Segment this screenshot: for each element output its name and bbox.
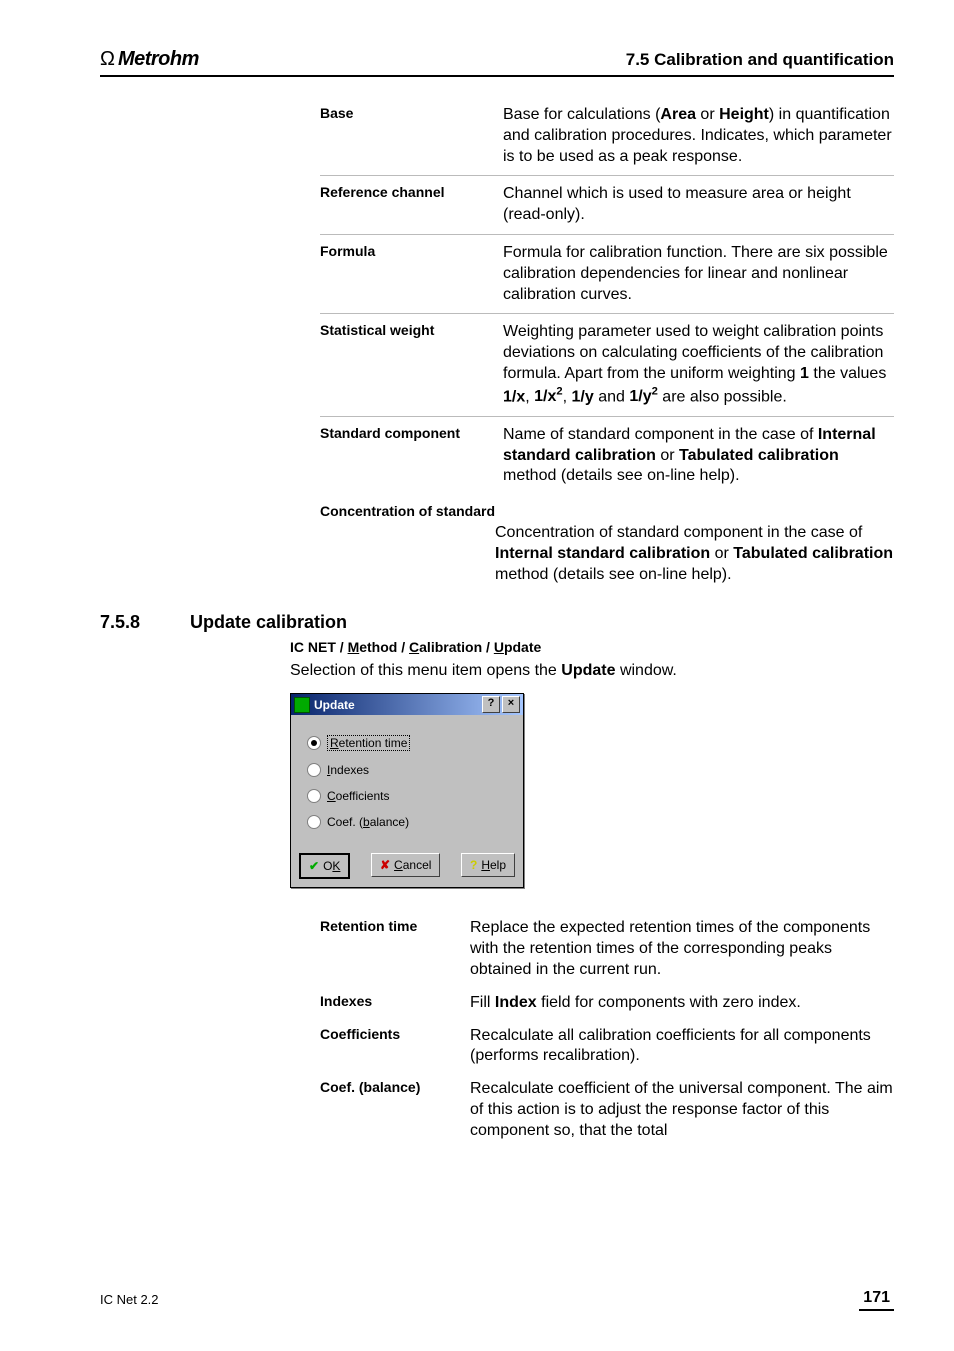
- definition-row: CoefficientsRecalculate all calibration …: [320, 1020, 894, 1074]
- definition-desc: Fill Index field for components with zer…: [470, 993, 894, 1014]
- page-footer: IC Net 2.2 171: [100, 1287, 894, 1311]
- definition-row: Reference channelChannel which is used t…: [320, 176, 894, 235]
- definition-list-1: BaseBase for calculations (Area or Heigh…: [320, 97, 894, 594]
- radio-label: Coef. (balance): [327, 815, 409, 829]
- brand-text: Metrohm: [118, 48, 199, 71]
- radio-indicator: [307, 736, 321, 750]
- menu-path: IC NET / Method / Calibration / Update: [290, 639, 894, 655]
- section-title: Update calibration: [190, 612, 347, 633]
- close-sys-button[interactable]: ×: [502, 696, 520, 713]
- dialog-titlebar: Update ? ×: [291, 694, 523, 715]
- radio-option[interactable]: Coefficients: [307, 783, 511, 809]
- definition-term: Retention time: [320, 918, 470, 980]
- radio-indicator: [307, 815, 321, 829]
- check-icon: ✔: [309, 859, 319, 873]
- ok-button[interactable]: ✔ OK: [299, 853, 350, 879]
- radio-indicator: [307, 763, 321, 777]
- cancel-icon: ✘: [380, 858, 390, 872]
- definition-desc: Name of standard component in the case o…: [503, 425, 894, 487]
- page-header: Ω Metrohm 7.5 Calibration and quantifica…: [100, 48, 894, 77]
- dialog-icon: [294, 697, 310, 713]
- definition-term: Formula: [320, 243, 503, 305]
- definition-desc: Formula for calibration function. There …: [503, 243, 894, 305]
- definition-term: Reference channel: [320, 184, 503, 226]
- definition-term: Standard component: [320, 425, 503, 487]
- dialog-body: Retention time Indexes Coefficients Coef. (…: [291, 715, 523, 843]
- definition-row: FormulaFormula for calibration function.…: [320, 235, 894, 314]
- radio-label: Retention time: [327, 735, 410, 751]
- definition-row: Standard componentName of standard compo…: [320, 417, 894, 495]
- cancel-button[interactable]: ✘ Cancel: [371, 853, 440, 877]
- definition-list-2: Retention timeReplace the expected reten…: [320, 912, 894, 1147]
- help-icon: ?: [470, 858, 477, 872]
- definition-row: IndexesFill Index field for components w…: [320, 987, 894, 1020]
- definition-term: Indexes: [320, 993, 470, 1014]
- definition-desc: Weighting parameter used to weight calib…: [503, 322, 894, 408]
- definition-desc: Recalculate coefficient of the universal…: [470, 1079, 894, 1141]
- section-intro: Selection of this menu item opens the Up…: [290, 661, 894, 682]
- definition-row: Retention timeReplace the expected reten…: [320, 912, 894, 986]
- help-button[interactable]: ? Help: [461, 853, 515, 877]
- page-number: 171: [859, 1287, 894, 1311]
- radio-label: Coefficients: [327, 789, 389, 803]
- definition-row: Statistical weightWeighting parameter us…: [320, 314, 894, 417]
- help-sys-button[interactable]: ?: [482, 696, 500, 713]
- brand: Ω Metrohm: [100, 48, 199, 71]
- definition-row: Coef. (balance)Recalculate coefficient o…: [320, 1073, 894, 1147]
- dialog-title: Update: [314, 698, 355, 712]
- definition-term: Statistical weight: [320, 322, 503, 408]
- footer-left: IC Net 2.2: [100, 1292, 159, 1307]
- definition-desc: Channel which is used to measure area or…: [503, 184, 894, 226]
- definition-term: Coefficients: [320, 1026, 470, 1068]
- radio-option[interactable]: Coef. (balance): [307, 809, 511, 835]
- definition-desc: Recalculate all calibration coefficients…: [470, 1026, 894, 1068]
- radio-label: Indexes: [327, 763, 369, 777]
- radio-indicator: [307, 789, 321, 803]
- dialog-footer: ✔ OK ✘ Cancel ? Help: [291, 843, 523, 887]
- definition-desc: Concentration of standard component in t…: [320, 523, 894, 585]
- definition-term: Coef. (balance): [320, 1079, 470, 1141]
- section-heading: 7.5.8 Update calibration: [100, 612, 894, 633]
- omega-icon: Ω: [100, 48, 115, 71]
- update-dialog: Update ? × Retention time Indexes Coeffici…: [290, 693, 524, 888]
- definition-desc: Base for calculations (Area or Height) i…: [503, 105, 894, 167]
- definition-row: Concentration of standardConcentration o…: [320, 495, 894, 593]
- definition-row: BaseBase for calculations (Area or Heigh…: [320, 97, 894, 176]
- definition-desc: Replace the expected retention times of …: [470, 918, 894, 980]
- section-number: 7.5.8: [100, 612, 190, 633]
- header-section-title: 7.5 Calibration and quantification: [626, 50, 894, 70]
- radio-option[interactable]: Retention time: [307, 729, 511, 757]
- definition-term: Base: [320, 105, 503, 167]
- radio-option[interactable]: Indexes: [307, 757, 511, 783]
- definition-term: Concentration of standard: [320, 503, 894, 523]
